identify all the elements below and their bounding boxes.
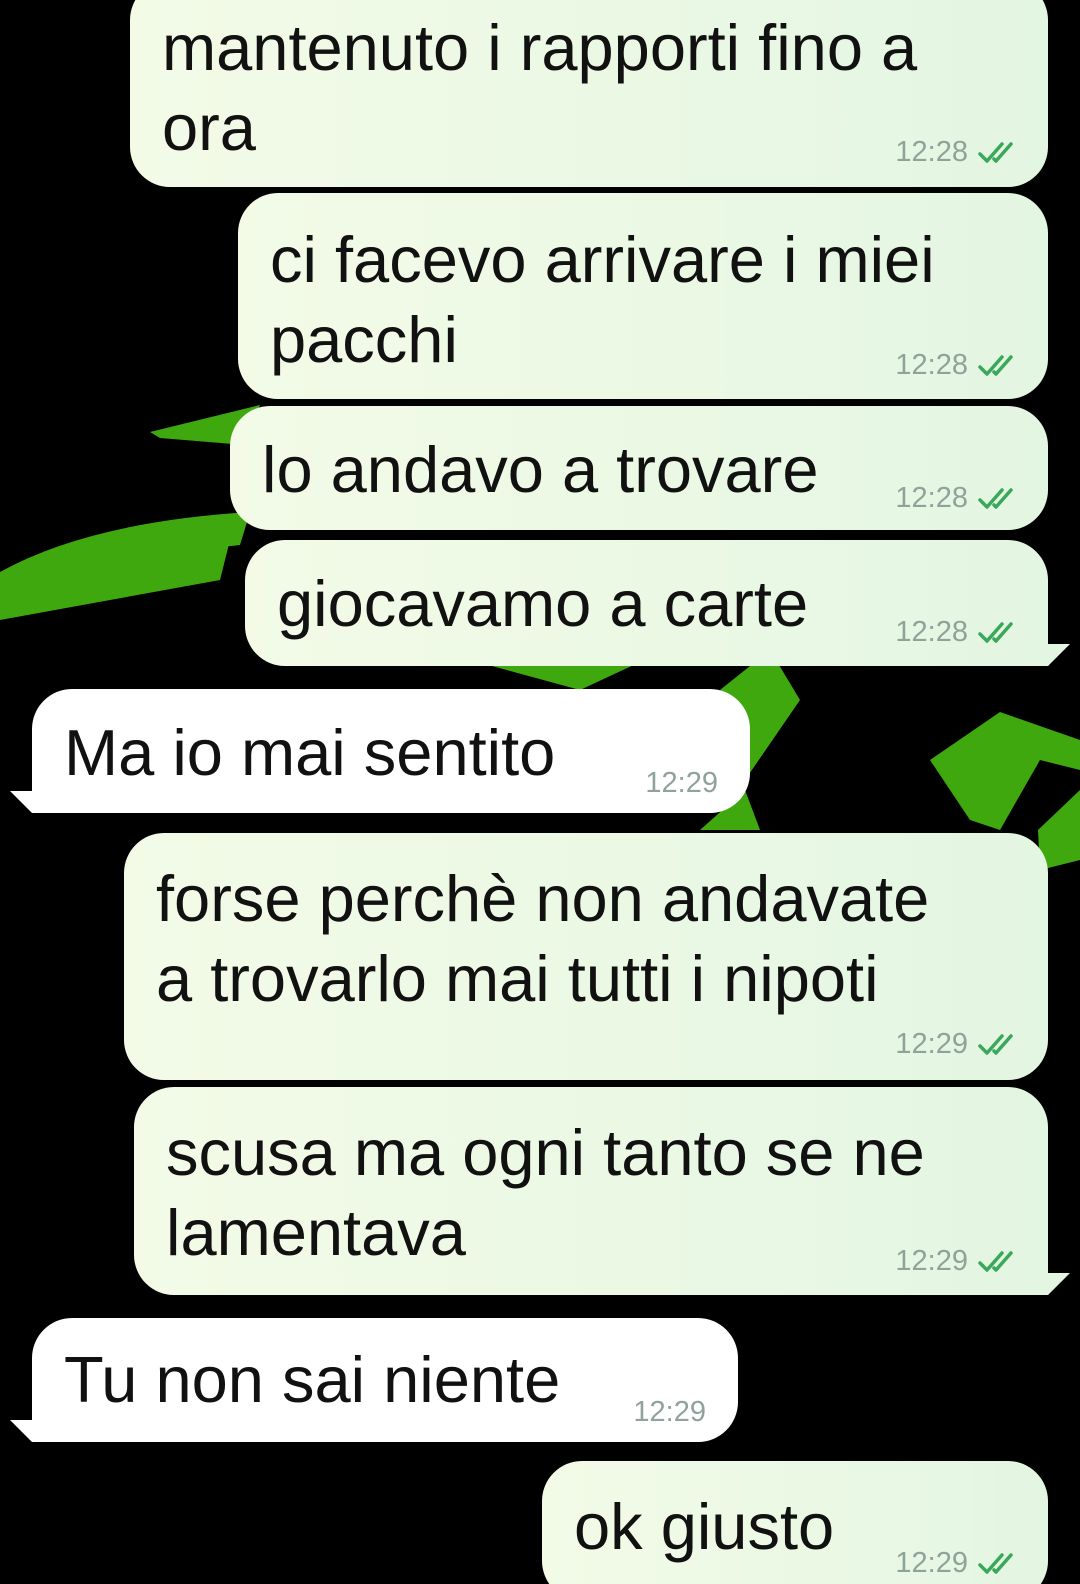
message-time: 12:28 [895,136,968,168]
message-text: mantenuto i rapporti fino a [162,11,918,84]
bubble-tail [10,1420,32,1442]
message-meta: 12:29 [645,767,718,800]
message-time: 12:29 [895,1547,968,1579]
message-bubble-outgoing[interactable]: lo andavo a trovare 12:28 [230,406,1048,530]
double-check-icon [978,1552,1013,1574]
message-time: 12:28 [895,349,968,381]
message-meta: 12:29 [895,1547,1020,1580]
message-meta: 12:29 [633,1396,706,1429]
bubble-tail [1048,644,1070,666]
message-meta: 12:29 [895,1028,1020,1061]
bubble-tail [1048,1273,1070,1295]
message-meta: 12:28 [895,349,1020,382]
message-bubble-outgoing[interactable]: scusa ma ogni tanto se ne lamentava 12:2… [134,1087,1048,1295]
double-check-icon [978,354,1013,376]
double-check-icon [978,141,1013,163]
message-meta: 12:28 [895,136,1020,169]
message-time: 12:29 [895,1245,968,1277]
message-bubble-outgoing[interactable]: ci facevo arrivare i miei pacchi 12:28 [238,193,1048,399]
message-text: ora [162,91,256,164]
message-text: lamentava [166,1196,466,1269]
message-bubble-incoming[interactable]: Ma io mai sentito 12:29 [32,689,750,813]
bubble-tail [10,791,32,813]
message-bubble-outgoing[interactable]: mantenuto i rapporti fino a ora 12:28 [130,0,1048,187]
message-time: 12:29 [645,767,718,799]
message-text: Tu non sai niente [64,1343,561,1416]
message-time: 12:29 [895,1028,968,1060]
message-text: lo andavo a trovare [262,433,819,506]
double-check-icon [978,487,1013,509]
message-text: pacchi [270,303,458,376]
message-bubble-outgoing[interactable]: ok giusto 12:29 [542,1461,1048,1584]
message-time: 12:28 [895,616,968,648]
double-check-icon [978,621,1013,643]
message-time: 12:28 [895,482,968,514]
message-text: ci facevo arrivare i miei [270,223,935,296]
double-check-icon [978,1250,1013,1272]
message-text: ok giusto [574,1490,835,1563]
message-text: a trovarlo mai tutti i nipoti [156,942,879,1015]
message-text: Ma io mai sentito [64,716,556,789]
double-check-icon [978,1033,1013,1055]
message-bubble-incoming[interactable]: Tu non sai niente 12:29 [32,1318,738,1442]
message-bubble-outgoing[interactable]: giocavamo a carte 12:28 [245,540,1048,666]
message-bubble-outgoing[interactable]: forse perchè non andavate a trovarlo mai… [124,833,1048,1080]
message-meta: 12:28 [895,482,1020,515]
message-time: 12:29 [633,1396,706,1428]
message-text: forse perchè non andavate [156,862,930,935]
message-text: scusa ma ogni tanto se ne [166,1116,925,1189]
message-text: giocavamo a carte [277,567,809,640]
chat-screen: mantenuto i rapporti fino a ora 12:28 ci… [0,0,1080,1584]
message-meta: 12:28 [895,616,1020,649]
message-meta: 12:29 [895,1245,1020,1278]
